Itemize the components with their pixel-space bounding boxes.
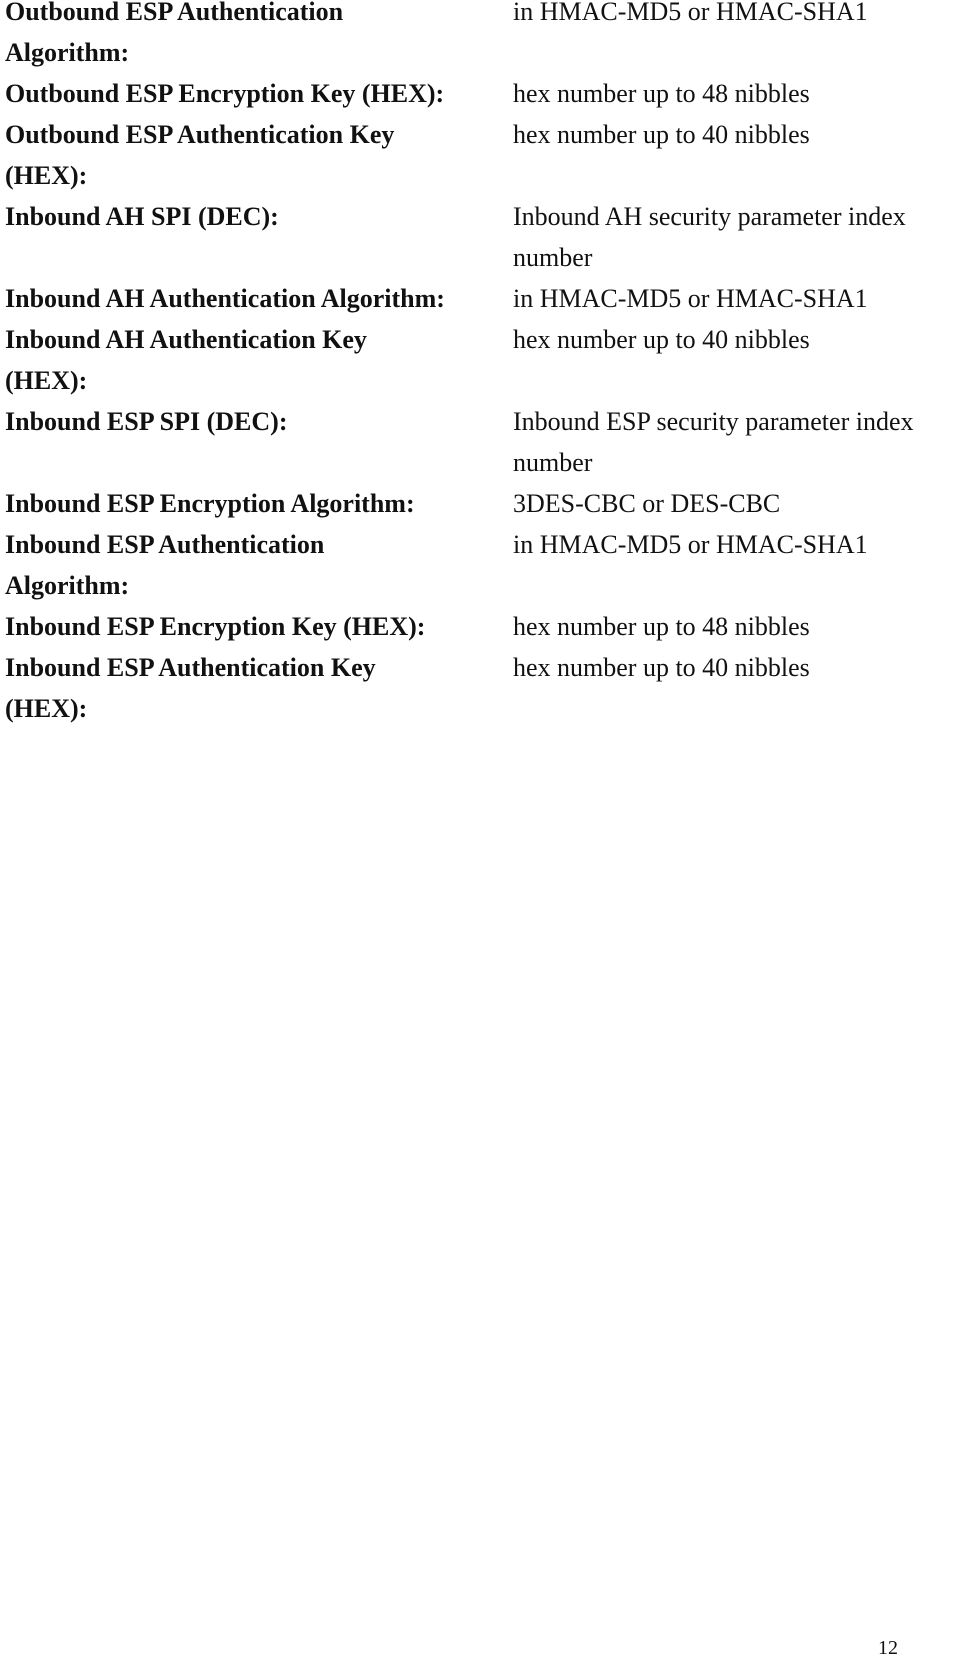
parameter-value-line: Inbound ESP security parameter index — [513, 407, 914, 436]
parameter-label-line: Inbound ESP Authentication Key — [5, 653, 376, 682]
parameter-row: Inbound ESP Encryption Algorithm: 3DES-CB… — [5, 483, 960, 524]
parameter-label-line: Inbound AH Authentication Algorithm: — [5, 284, 445, 313]
parameter-label-line: Algorithm: — [5, 571, 130, 600]
parameter-label-line: Inbound ESP Encryption Algorithm: — [5, 489, 415, 518]
parameter-row: Outbound ESP Authentication Key (HEX): hex… — [5, 114, 960, 196]
parameter-row: Inbound AH SPI (DEC): Inbound AH security… — [5, 196, 960, 278]
parameter-value-line: in HMAC-MD5 or HMAC-SHA1 — [513, 530, 868, 559]
parameter-value: hex number up to 48 nibbles — [513, 606, 960, 647]
parameter-row: Inbound AH Authentication Key (HEX): hex n… — [5, 319, 960, 401]
parameter-label: Inbound AH SPI (DEC): — [5, 196, 513, 237]
parameter-value-line: number — [513, 243, 593, 272]
parameter-label: Inbound ESP Authentication Algorithm: — [5, 524, 513, 606]
parameter-value: hex number up to 48 nibbles — [513, 73, 960, 114]
parameter-label-line: Inbound AH SPI (DEC): — [5, 202, 279, 231]
parameter-label-line: Inbound ESP Authentication — [5, 530, 325, 559]
parameter-label-line: Inbound ESP Encryption Key (HEX): — [5, 612, 426, 641]
parameter-label-line: Outbound ESP Authentication — [5, 0, 344, 26]
parameter-value: hex number up to 40 nibbles — [513, 647, 960, 688]
parameter-label-line: Outbound ESP Encryption Key (HEX): — [5, 79, 445, 108]
parameter-label: Inbound ESP Encryption Key (HEX): — [5, 606, 513, 647]
parameter-value: 3DES-CBC or DES-CBC — [513, 483, 960, 524]
parameter-label: Outbound ESP Encryption Key (HEX): — [5, 73, 513, 114]
parameter-value-line: hex number up to 40 nibbles — [513, 120, 810, 149]
parameter-value-line: 3DES-CBC or DES-CBC — [513, 489, 781, 518]
parameter-list: Outbound ESP Authentication Algorithm: in … — [5, 0, 960, 729]
parameter-label: Inbound AH Authentication Key (HEX): — [5, 319, 513, 401]
parameter-value-line: number — [513, 448, 593, 477]
parameter-value: hex number up to 40 nibbles — [513, 114, 960, 155]
parameter-row: Inbound ESP Authentication Key (HEX): hex … — [5, 647, 960, 729]
parameter-label-line: (HEX): — [5, 161, 88, 190]
parameter-label: Inbound AH Authentication Algorithm: — [5, 278, 513, 319]
parameter-label: Inbound ESP Encryption Algorithm: — [5, 483, 513, 524]
parameter-value-line: in HMAC-MD5 or HMAC-SHA1 — [513, 0, 868, 26]
parameter-row: Inbound ESP SPI (DEC): Inbound ESP securi… — [5, 401, 960, 483]
parameter-row: Inbound ESP Encryption Key (HEX): hex num… — [5, 606, 960, 647]
parameter-label: Inbound ESP SPI (DEC): — [5, 401, 513, 442]
parameter-row: Inbound AH Authentication Algorithm: in H… — [5, 278, 960, 319]
parameter-value: in HMAC-MD5 or HMAC-SHA1 — [513, 0, 960, 32]
parameter-label: Outbound ESP Authentication Key (HEX): — [5, 114, 513, 196]
parameter-value-line: hex number up to 40 nibbles — [513, 653, 810, 682]
parameter-row: Outbound ESP Encryption Key (HEX): hex nu… — [5, 73, 960, 114]
parameter-value-line: in HMAC-MD5 or HMAC-SHA1 — [513, 284, 868, 313]
parameter-value: in HMAC-MD5 or HMAC-SHA1 — [513, 524, 960, 565]
parameter-value-line: Inbound AH security parameter index — [513, 202, 906, 231]
parameter-label: Outbound ESP Authentication Algorithm: — [5, 0, 513, 73]
page-number: 12 — [878, 1637, 898, 1659]
parameter-label-line: Outbound ESP Authentication Key — [5, 120, 395, 149]
parameter-value: in HMAC-MD5 or HMAC-SHA1 — [513, 278, 960, 319]
parameter-row: Inbound ESP Authentication Algorithm: in H… — [5, 524, 960, 606]
parameter-label-line: (HEX): — [5, 694, 88, 723]
parameter-value: hex number up to 40 nibbles — [513, 319, 960, 360]
parameter-label-line: Inbound ESP SPI (DEC): — [5, 407, 288, 436]
parameter-value-line: hex number up to 48 nibbles — [513, 612, 810, 641]
parameter-label: Inbound ESP Authentication Key (HEX): — [5, 647, 513, 729]
parameter-row: Outbound ESP Authentication Algorithm: in … — [5, 0, 960, 73]
parameter-value-line: hex number up to 40 nibbles — [513, 325, 810, 354]
parameter-value: Inbound AH security parameter index numbe… — [513, 196, 960, 278]
parameter-label-line: (HEX): — [5, 366, 88, 395]
parameter-value: Inbound ESP security parameter index numb… — [513, 401, 960, 483]
parameter-value-line: hex number up to 48 nibbles — [513, 79, 810, 108]
parameter-label-line: Algorithm: — [5, 38, 130, 67]
parameter-label-line: Inbound AH Authentication Key — [5, 325, 367, 354]
